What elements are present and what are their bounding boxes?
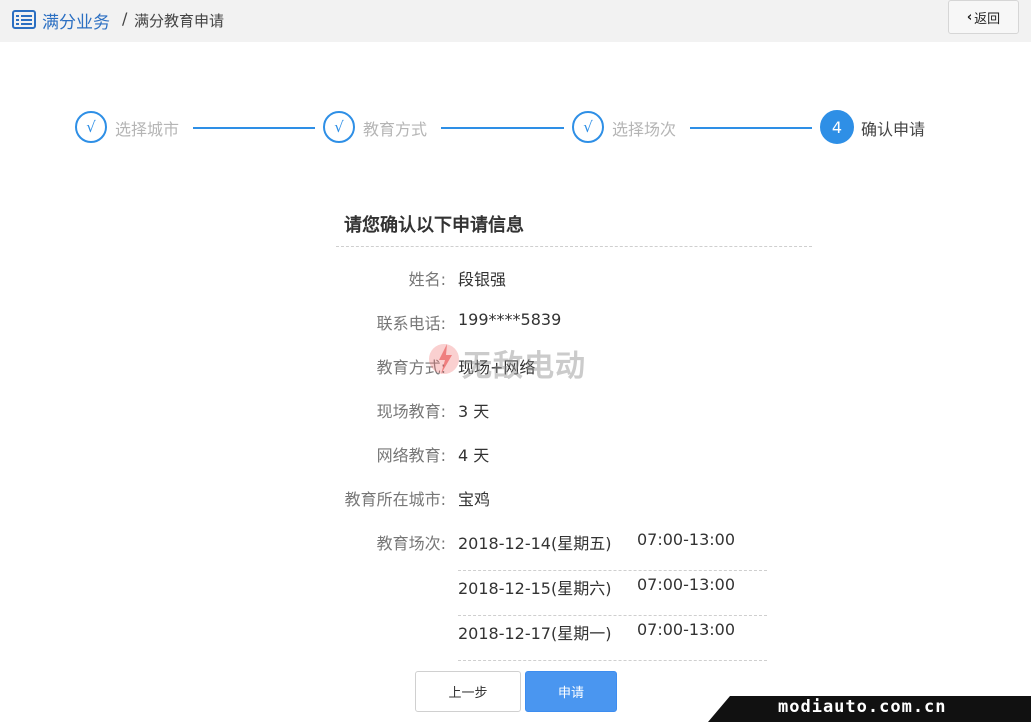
- step-1-label: 选择城市: [115, 120, 180, 139]
- phone-label: 联系电话:: [376, 314, 446, 333]
- session-date: 2018-12-15(星期六): [458, 579, 612, 598]
- education-city-label: 教育所在城市:: [344, 490, 446, 509]
- session-date: 2018-12-14(星期五): [458, 534, 612, 553]
- breadcrumb-current-page: 满分教育申请: [134, 12, 225, 30]
- list-icon: [12, 10, 36, 29]
- back-button[interactable]: ‹ 返回: [948, 0, 1019, 34]
- top-bar: 满分业务 / 满分教育申请 ‹ 返回: [0, 0, 1031, 42]
- sessions-label: 教育场次:: [376, 534, 446, 553]
- step-1-check-icon: √: [75, 111, 107, 143]
- step-connector: [193, 127, 315, 129]
- session-date: 2018-12-17(星期一): [458, 624, 612, 643]
- chevron-left-icon: ‹: [966, 9, 973, 25]
- breadcrumb-separator: /: [122, 9, 128, 28]
- session-time: 07:00-13:00: [637, 530, 735, 549]
- step-4-number: 4: [820, 110, 854, 144]
- title-divider: [336, 246, 812, 247]
- online-education-value: 4 天: [458, 446, 490, 465]
- breadcrumb-link-business[interactable]: 满分业务: [42, 8, 110, 33]
- confirm-title: 请您确认以下申请信息: [344, 215, 524, 236]
- session-row: 2018-12-14(星期五) 07:00-13:00: [458, 526, 767, 571]
- apply-button[interactable]: 申请: [525, 671, 617, 712]
- step-3-check-icon: √: [572, 111, 604, 143]
- name-label: 姓名:: [408, 270, 446, 289]
- previous-step-button[interactable]: 上一步: [415, 671, 521, 712]
- center-watermark-text: 无敌电动: [462, 349, 586, 384]
- step-connector: [441, 127, 564, 129]
- onsite-education-label: 现场教育:: [376, 402, 446, 421]
- step-2-check-icon: √: [323, 111, 355, 143]
- step-3-label: 选择场次: [612, 120, 677, 139]
- watermark-logo-icon: [429, 344, 459, 374]
- session-time: 07:00-13:00: [637, 620, 735, 639]
- name-value: 段银强: [458, 270, 507, 289]
- online-education-label: 网络教育:: [376, 446, 446, 465]
- step-4-label: 确认申请: [861, 120, 926, 139]
- step-2-label: 教育方式: [363, 120, 428, 139]
- session-row: 2018-12-17(星期一) 07:00-13:00: [458, 616, 767, 661]
- phone-value: 199****5839: [458, 310, 562, 329]
- onsite-education-value: 3 天: [458, 402, 490, 421]
- session-row: 2018-12-15(星期六) 07:00-13:00: [458, 571, 767, 616]
- back-button-label: 返回: [974, 11, 1001, 27]
- session-time: 07:00-13:00: [637, 575, 735, 594]
- step-connector: [690, 127, 812, 129]
- corner-watermark-text: modiauto.com.cn: [778, 697, 947, 717]
- education-city-value: 宝鸡: [458, 490, 491, 509]
